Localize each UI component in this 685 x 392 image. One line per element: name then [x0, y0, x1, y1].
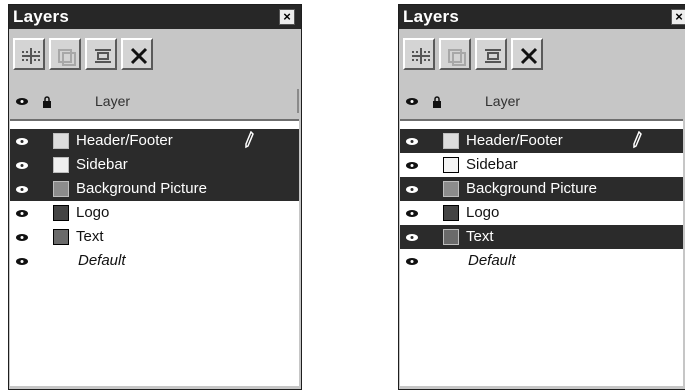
layer-row-sidebar[interactable]: Sidebar	[400, 153, 683, 177]
new-layer-icon	[22, 48, 40, 64]
layer-row-text[interactable]: Text	[10, 225, 299, 249]
layer-row-sidebar[interactable]: Sidebar	[10, 153, 299, 177]
layer-color-swatch[interactable]	[53, 229, 69, 245]
eye-icon[interactable]	[15, 257, 29, 266]
eye-icon[interactable]	[15, 161, 29, 170]
layer-row-logo[interactable]: Logo	[10, 201, 299, 225]
layer-properties-button[interactable]	[475, 38, 507, 70]
layer-name: Header/Footer	[76, 132, 173, 149]
layer-name: Text	[76, 228, 104, 245]
layer-row-background-picture[interactable]: Background Picture	[400, 177, 683, 201]
layer-list: Header/Footer Sidebar Background Picture…	[400, 119, 683, 386]
duplicate-layer-icon	[448, 49, 466, 66]
layer-row-default[interactable]: Default	[400, 249, 683, 273]
eye-icon[interactable]	[405, 185, 419, 194]
layer-color-swatch[interactable]	[443, 181, 459, 197]
layer-name: Sidebar	[76, 156, 128, 173]
layer-color-swatch[interactable]	[53, 157, 69, 173]
eye-icon[interactable]	[405, 161, 419, 170]
delete-layer-icon	[130, 47, 148, 65]
lock-icon	[43, 96, 51, 108]
duplicate-layer-button[interactable]	[439, 38, 471, 70]
close-button[interactable]: ×	[279, 9, 295, 25]
layer-name: Logo	[76, 204, 110, 221]
layer-color-swatch[interactable]	[443, 133, 459, 149]
layer-row-default[interactable]: Default	[10, 249, 299, 273]
close-button[interactable]: ×	[671, 9, 685, 25]
panel-title: Layers	[13, 7, 70, 26]
layer-row-text[interactable]: Text	[400, 225, 683, 249]
panel-titlebar[interactable]: Layers ×	[9, 5, 301, 29]
layer-column-header: Layer	[399, 87, 685, 119]
layer-properties-icon	[485, 49, 501, 63]
duplicate-layer-button[interactable]	[49, 38, 81, 70]
eye-icon[interactable]	[405, 137, 419, 146]
layer-name: Logo	[466, 204, 500, 221]
layer-name: Background Picture	[466, 180, 597, 197]
layer-list: Header/Footer Sidebar Background Picture…	[10, 119, 299, 386]
layer-name: Default	[78, 252, 126, 269]
layer-name: Text	[466, 228, 494, 245]
new-layer-button[interactable]	[13, 38, 45, 70]
eye-icon[interactable]	[15, 185, 29, 194]
layers-panel-left: Layers × Layer Header/Footer Sidebar Bac…	[8, 4, 302, 390]
layers-panel-right: Layers × Layer Header/Footer Sidebar Bac…	[398, 4, 685, 390]
layer-color-swatch[interactable]	[443, 157, 459, 173]
eye-icon	[406, 98, 418, 105]
pencil-icon	[633, 131, 642, 149]
layer-row-logo[interactable]: Logo	[400, 201, 683, 225]
delete-layer-button[interactable]	[121, 38, 153, 70]
column-divider[interactable]	[297, 89, 299, 113]
layer-column-label: Layer	[485, 93, 521, 109]
eye-icon[interactable]	[405, 257, 419, 266]
layer-color-swatch[interactable]	[443, 229, 459, 245]
layer-properties-button[interactable]	[85, 38, 117, 70]
layer-row-header-footer[interactable]: Header/Footer	[400, 129, 683, 153]
lock-icon	[433, 96, 441, 108]
delete-layer-icon	[520, 47, 538, 65]
layer-name: Sidebar	[466, 156, 518, 173]
layer-column-label: Layer	[95, 93, 131, 109]
eye-icon[interactable]	[405, 233, 419, 242]
layer-color-swatch[interactable]	[443, 205, 459, 221]
new-layer-icon	[412, 48, 430, 64]
eye-icon[interactable]	[15, 233, 29, 242]
layer-color-swatch[interactable]	[53, 181, 69, 197]
eye-icon[interactable]	[15, 137, 29, 146]
panel-title: Layers	[403, 7, 460, 26]
panel-titlebar[interactable]: Layers ×	[399, 5, 685, 29]
pencil-icon	[245, 131, 254, 149]
layer-row-header-footer[interactable]: Header/Footer	[10, 129, 299, 153]
layer-color-swatch[interactable]	[53, 205, 69, 221]
layer-row-background-picture[interactable]: Background Picture	[10, 177, 299, 201]
layer-properties-icon	[95, 49, 111, 63]
layer-color-swatch[interactable]	[53, 133, 69, 149]
eye-icon	[16, 98, 28, 105]
duplicate-layer-icon	[58, 49, 76, 66]
layer-name: Background Picture	[76, 180, 207, 197]
layer-column-header: Layer	[9, 87, 301, 119]
new-layer-button[interactable]	[403, 38, 435, 70]
delete-layer-button[interactable]	[511, 38, 543, 70]
eye-icon[interactable]	[405, 209, 419, 218]
layer-name: Header/Footer	[466, 132, 563, 149]
eye-icon[interactable]	[15, 209, 29, 218]
layer-name: Default	[468, 252, 516, 269]
